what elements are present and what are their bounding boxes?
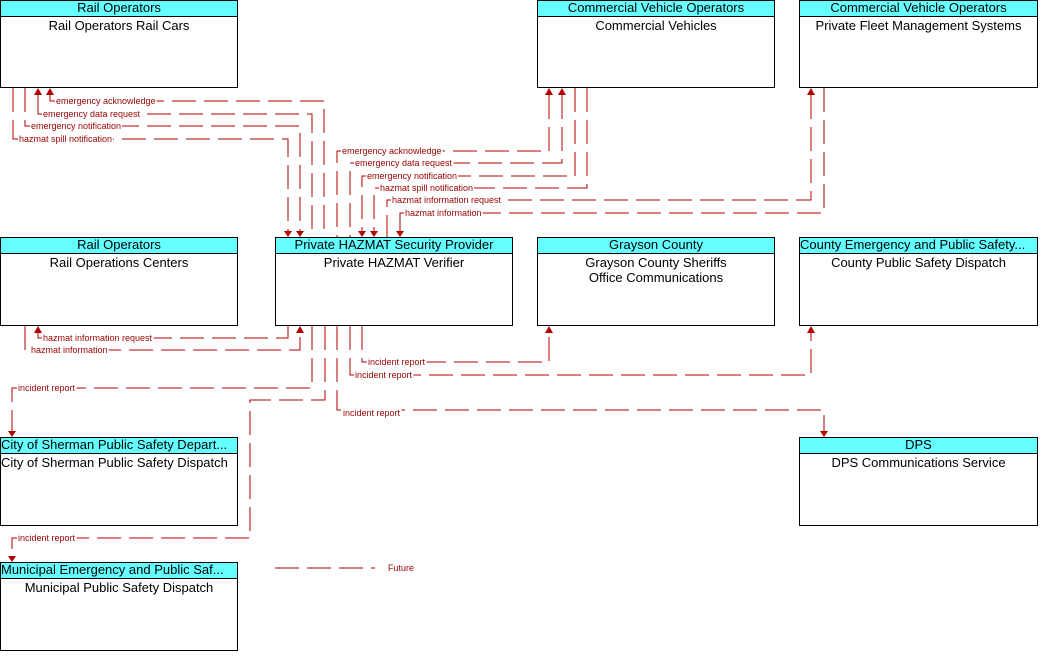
flow-label: emergency data request bbox=[355, 158, 453, 168]
arrowhead-icon bbox=[396, 231, 404, 237]
flow-label: incident report bbox=[368, 357, 426, 367]
flow-label: emergency notification bbox=[367, 171, 457, 181]
flow-label: incident report bbox=[18, 383, 76, 393]
arrowhead-icon bbox=[34, 326, 42, 333]
flow-label: hazmat information request bbox=[43, 333, 153, 343]
flow-label: hazmat information bbox=[31, 345, 108, 355]
arrowhead-icon bbox=[296, 231, 304, 237]
arrowhead-icon bbox=[820, 431, 828, 437]
legend-future-label: Future bbox=[388, 563, 414, 573]
flow-label: incident report bbox=[355, 370, 413, 380]
flow-label: hazmat spill notification bbox=[380, 183, 473, 193]
flow-label: hazmat spill notification bbox=[19, 134, 112, 144]
arrowhead-icon bbox=[358, 231, 366, 237]
flow-label: hazmat information request bbox=[392, 195, 502, 205]
flow-label: hazmat information bbox=[405, 208, 482, 218]
flow-lines: emergency acknowledge emergency data req… bbox=[8, 88, 828, 573]
flow-line-municipal bbox=[11, 326, 326, 556]
arrowhead-icon bbox=[545, 326, 553, 333]
flow-label: emergency data request bbox=[43, 109, 141, 119]
arrowhead-icon bbox=[284, 231, 292, 237]
arrowhead-icon bbox=[807, 326, 815, 333]
arrowhead-icon bbox=[46, 88, 54, 95]
flow-label: emergency acknowledge bbox=[342, 146, 442, 156]
arrowhead-icon bbox=[8, 556, 16, 562]
arrowhead-icon bbox=[545, 88, 553, 95]
flow-label: emergency notification bbox=[31, 121, 121, 131]
arrowhead-icon bbox=[370, 231, 378, 237]
flow-label: incident report bbox=[18, 533, 76, 543]
arrowhead-icon bbox=[8, 431, 16, 437]
flow-line-county bbox=[349, 326, 812, 376]
arrowhead-icon bbox=[807, 88, 815, 95]
flow-label: incident report bbox=[343, 408, 401, 418]
flow-label: emergency acknowledge bbox=[56, 96, 156, 106]
arrowhead-icon bbox=[558, 88, 566, 95]
arrowhead-icon bbox=[34, 88, 42, 95]
arrowhead-icon bbox=[296, 326, 304, 333]
